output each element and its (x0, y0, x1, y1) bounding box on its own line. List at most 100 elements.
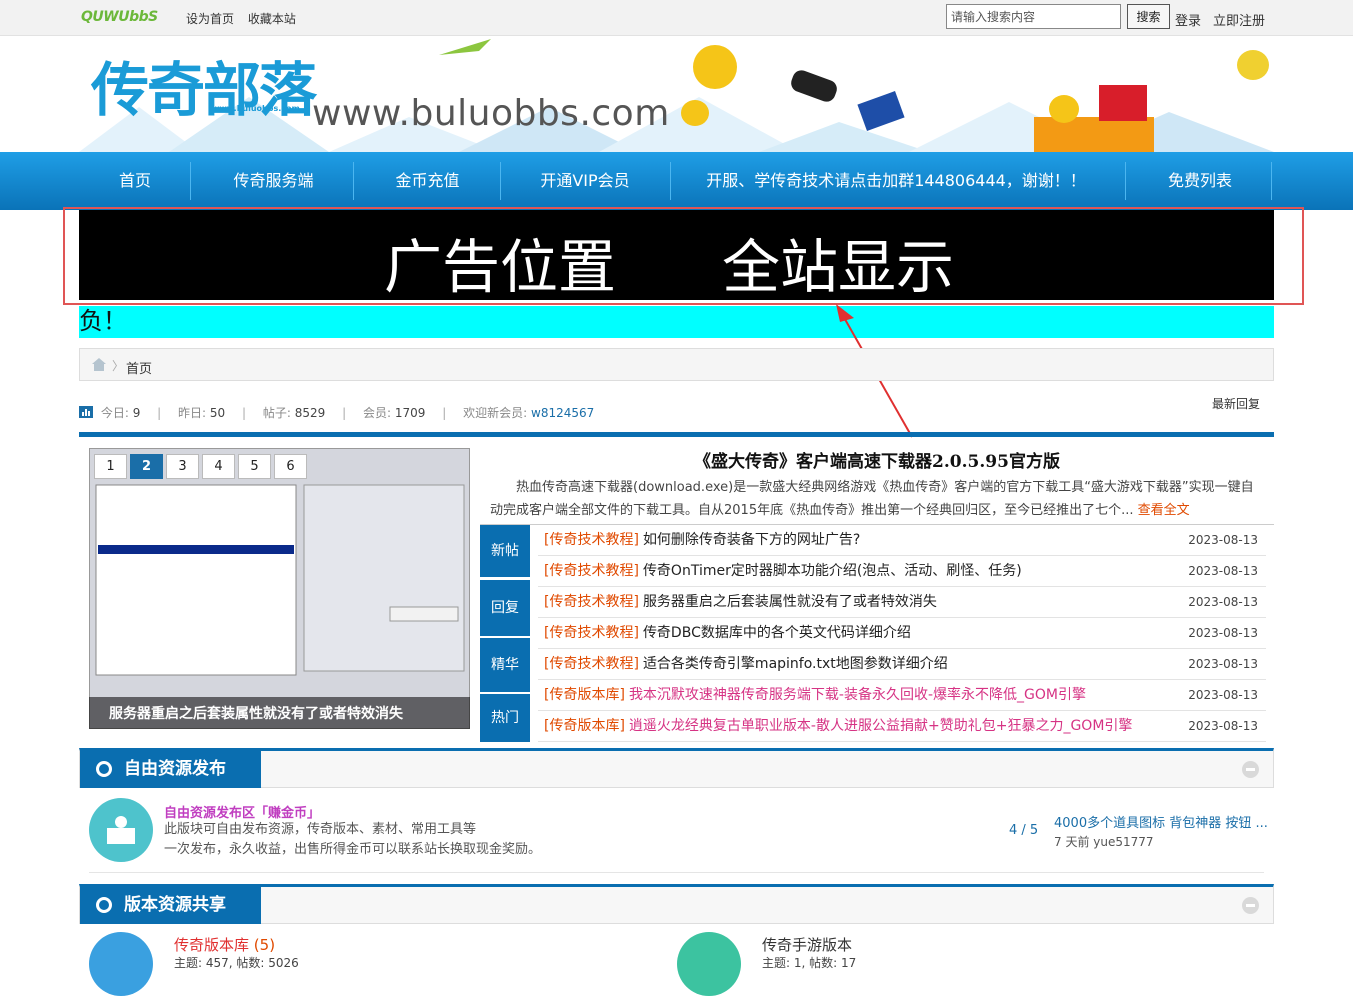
forum-stats-line: 主题: 457, 帖数: 5026 (174, 956, 299, 970)
slide-tab-5[interactable]: 5 (238, 454, 271, 479)
section-divider-bar (79, 432, 1274, 437)
forum-new-count: (5) (253, 936, 276, 954)
register-link[interactable]: 立即注册 (1213, 10, 1265, 29)
latest-replies-link[interactable]: 最新回复 (1212, 395, 1260, 412)
forum-icon[interactable] (89, 932, 153, 996)
slideshow-caption[interactable]: 服务器重启之后套装属性就没有了或者特效消失 (89, 697, 470, 729)
posts-label: 帖子: (262, 406, 291, 420)
post-category[interactable]: [传奇技术教程] (544, 656, 639, 672)
post-title[interactable]: 逍遥火龙经典复古单职业版本-散人进服公益捐献+赞助礼包+狂暴之力_GOM引擎 (629, 718, 1132, 734)
yesterday-count: 50 (209, 406, 226, 420)
slide-tab-4[interactable]: 4 (202, 454, 235, 479)
post-title[interactable]: 传奇DBC数据库中的各个英文代码详细介绍 (643, 625, 911, 641)
yesterday-label: 昨日: (178, 406, 207, 420)
slide-tab-3[interactable]: 3 (166, 454, 199, 479)
forum-name-version-library[interactable]: 传奇版本库 (5) (174, 934, 275, 955)
members-label: 会员: (363, 406, 392, 420)
section-title[interactable]: 自由资源发布区 (80, 751, 261, 815)
post-category[interactable]: [传奇版本库] (544, 687, 625, 703)
post-category[interactable]: [传奇技术教程] (544, 594, 639, 610)
post-title[interactable]: 服务器重启之后套装属性就没有了或者特效消失 (643, 594, 937, 610)
post-category[interactable]: [传奇技术教程] (544, 563, 639, 579)
forum-last-post-meta: 7 天前 yue51777 (1054, 835, 1154, 849)
bookmark-link[interactable]: 收藏本站 (248, 12, 296, 26)
post-title[interactable]: 我本沉默攻速神器传奇服务端下载-装备永久回收-爆率永不降低_GOM引擎 (629, 687, 1086, 703)
nav-recharge[interactable]: 金币充值 (360, 152, 495, 210)
brand-logo-subtitle: www.buluobbs.com (212, 104, 300, 113)
post-row[interactable]: [传奇版本库] 逍遥火龙经典复古单职业版本-散人进服公益捐献+赞助礼包+狂暴之力_… (538, 711, 1266, 742)
headline-title[interactable]: 《盛大传奇》客户端高速下载器2.0.5.95官方版 (480, 447, 1274, 472)
section-title[interactable]: 版本资源共享区 (80, 887, 261, 951)
post-title[interactable]: 传奇OnTimer定时器脚本功能介绍(泡点、活动、刷怪、任务) (643, 563, 1022, 579)
nav-divider (1271, 162, 1272, 200)
breadcrumb-separator-icon: 〉 (112, 359, 125, 373)
home-icon[interactable] (92, 358, 106, 371)
stats-divider: | (157, 406, 162, 420)
set-homepage-link[interactable]: 设为首页 (186, 12, 234, 26)
ad-highlight-frame (63, 207, 1304, 305)
post-title[interactable]: 如何删除传奇装备下方的网址广告? (643, 532, 860, 548)
tab-hot[interactable]: 热门 (480, 694, 530, 742)
section-header-free-resources: 自由资源发布区 (79, 748, 1274, 815)
post-row[interactable]: [传奇技术教程] 如何删除传奇装备下方的网址广告? 2023-08-13 (538, 525, 1266, 556)
tab-new-posts[interactable]: 新帖 (480, 525, 530, 577)
post-row[interactable]: [传奇技术教程] 传奇DBC数据库中的各个英文代码详细介绍 2023-08-13 (538, 618, 1266, 649)
slide-tab-6[interactable]: 6 (274, 454, 307, 479)
today-label: 今日: (100, 406, 129, 420)
site-logo-small[interactable]: QUWUbbS (81, 9, 158, 25)
stats-divider: | (242, 406, 247, 420)
tab-featured[interactable]: 精华 (480, 638, 530, 692)
stats-divider: | (442, 406, 447, 420)
slide-tab-2[interactable]: 2 (130, 454, 163, 479)
forum-description-line1: 此版块可自由发布资源，传奇版本、素材、常用工具等 (164, 822, 477, 837)
slide-tab-1[interactable]: 1 (94, 454, 127, 479)
post-row[interactable]: [传奇技术教程] 服务器重启之后套装属性就没有了或者特效消失 2023-08-13 (538, 587, 1266, 618)
new-member-link[interactable]: w8124567 (531, 406, 594, 420)
main-nav: 首页 传奇服务端 金币充值 开通VIP会员 开服、学传奇技术请点击加群14480… (0, 152, 1353, 210)
nav-free-list[interactable]: 免费列表 (1130, 152, 1270, 210)
nav-home[interactable]: 首页 (90, 152, 180, 210)
site-url: www.buluobbs.com (312, 93, 670, 134)
search-input[interactable] (946, 4, 1121, 29)
top-bar: QUWUbbS 设为首页 收藏本站 搜索 登录 立即注册 (0, 0, 1353, 36)
circle-icon (96, 897, 112, 913)
forum-icon[interactable] (677, 932, 741, 996)
forum-last-post-link[interactable]: 4000多个道具图标 背包神器 按钮 ... (1054, 812, 1268, 831)
collapse-icon[interactable] (1242, 761, 1259, 778)
search-button[interactable]: 搜索 (1127, 4, 1170, 29)
post-date: 2023-08-13 (1188, 533, 1258, 547)
post-row[interactable]: [传奇技术教程] 适合各类传奇引擎mapinfo.txt地图参数详细介绍 2023-… (538, 649, 1266, 680)
post-row[interactable]: [传奇版本库] 我本沉默攻速神器传奇服务端下载-装备永久回收-爆率永不降低_GOM… (538, 680, 1266, 711)
post-row[interactable]: [传奇技术教程] 传奇OnTimer定时器脚本功能介绍(泡点、活动、刷怪、任务) 2… (538, 556, 1266, 587)
nav-server[interactable]: 传奇服务端 (196, 152, 351, 210)
slideshow-image[interactable] (89, 448, 470, 729)
post-category[interactable]: [传奇技术教程] (544, 625, 639, 641)
forum-name-text: 传奇版本库 (174, 936, 250, 954)
forum-stats: 今日: 9 | 昨日: 50 | 帖子: 8529 | 会员: 1709 | 欢… (79, 404, 594, 421)
post-category[interactable]: [传奇技术教程] (544, 532, 639, 548)
slideshow-screenshot (90, 449, 469, 728)
forum-name[interactable]: 自由资源发布区「赚金币」 (164, 802, 320, 821)
top-links: 设为首页 收藏本站 (186, 10, 306, 27)
members-count: 1709 (394, 406, 426, 420)
tab-replies[interactable]: 回复 (480, 580, 530, 636)
nav-vip[interactable]: 开通VIP会员 (505, 152, 665, 210)
post-category[interactable]: [传奇版本库] (544, 718, 625, 734)
breadcrumb-current[interactable]: 首页 (126, 358, 152, 377)
stats-divider: | (342, 406, 347, 420)
collapse-icon[interactable] (1242, 897, 1259, 914)
forum-divider (89, 872, 1264, 873)
read-more-link[interactable]: 查看全文 (1138, 503, 1190, 518)
forum-icon[interactable] (89, 798, 153, 862)
scrolling-notice: 负！ (79, 306, 1274, 338)
nav-divider (500, 162, 501, 200)
forum-name-mobile-version[interactable]: 传奇手游版本 (762, 934, 852, 955)
nav-divider (670, 162, 671, 200)
brand-logo[interactable]: 传奇部落 (91, 43, 317, 127)
nav-divider (353, 162, 354, 200)
post-date: 2023-08-13 (1188, 626, 1258, 640)
nav-join-group[interactable]: 开服、学传奇技术请点击加群144806444，谢谢！！ (676, 152, 1116, 210)
login-link[interactable]: 登录 (1175, 10, 1201, 29)
post-title[interactable]: 适合各类传奇引擎mapinfo.txt地图参数详细介绍 (643, 656, 948, 672)
today-count: 9 (132, 406, 141, 420)
